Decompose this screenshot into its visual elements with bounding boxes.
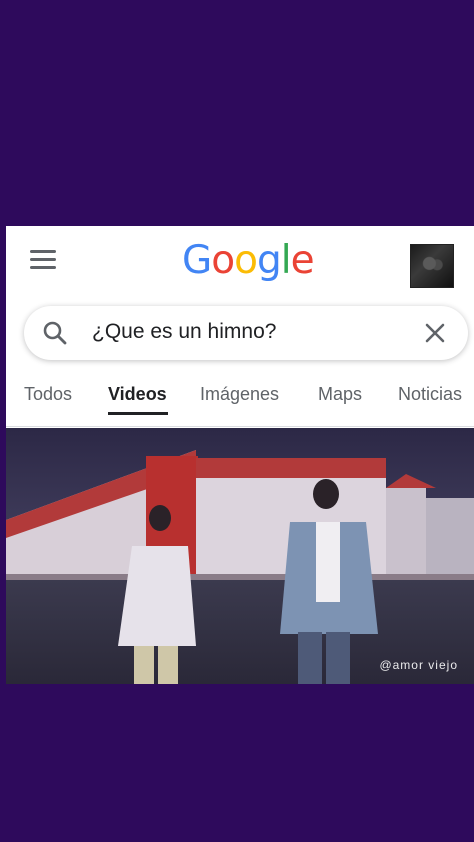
- menu-icon[interactable]: [30, 250, 56, 270]
- google-logo[interactable]: Google: [182, 238, 315, 283]
- video-watermark: @amor viejo: [379, 658, 458, 672]
- search-input[interactable]: ¿Que es un himno?: [92, 320, 276, 344]
- tab-noticias[interactable]: Noticias: [398, 384, 462, 405]
- google-results-card: Google ¿Que es un himno? Todos Videos Im…: [6, 226, 474, 684]
- search-icon[interactable]: [42, 320, 68, 346]
- video-frame: [6, 428, 474, 684]
- search-bar[interactable]: ¿Que es un himno?: [24, 306, 468, 360]
- tab-imagenes[interactable]: Imágenes: [200, 384, 279, 405]
- tab-todos[interactable]: Todos: [24, 384, 72, 405]
- active-tab-indicator: [108, 412, 168, 415]
- close-icon[interactable]: [422, 320, 448, 346]
- tabs-divider: [6, 426, 474, 427]
- header: Google: [6, 226, 474, 302]
- tab-maps[interactable]: Maps: [318, 384, 362, 405]
- avatar[interactable]: [410, 244, 454, 288]
- tab-videos[interactable]: Videos: [108, 384, 167, 405]
- search-tabs: Todos Videos Imágenes Maps Noticias: [6, 376, 474, 420]
- video-player[interactable]: @amor viejo: [6, 428, 474, 684]
